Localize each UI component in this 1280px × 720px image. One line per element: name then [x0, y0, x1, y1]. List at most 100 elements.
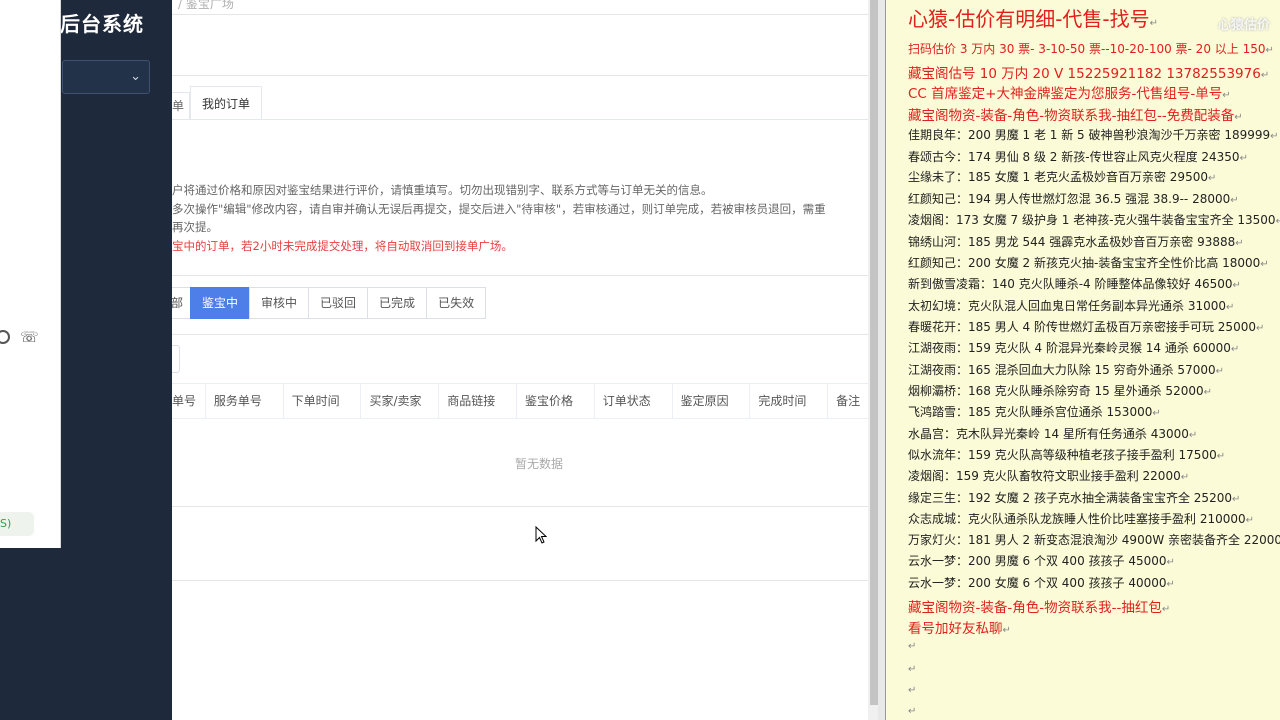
empty-line: ↵ — [908, 641, 917, 652]
col-order-no: 单号 — [172, 384, 206, 418]
return-mark: ↵ — [1149, 18, 1159, 29]
notice-line: 多次操作"编辑"修改内容，请自审并确认无误后再提交，提交后进入"待审核"，若审核… — [172, 202, 826, 216]
notepad-line-text: 新到傲雪凌霜：140 克火队睡杀-4 阶睡整体品像较好 46500 — [908, 277, 1233, 291]
notepad-line: 新到傲雪凌霜：140 克火队睡杀-4 阶睡整体品像较好 46500↵ — [908, 275, 1241, 292]
screen: 后台系统 ⌄ ☏ S) / 鉴宝广场 单 我的订单 户将通过价格和原因对鉴宝结果… — [0, 0, 1280, 720]
notepad-window: 心猿估价 心猿-估价有明细-代售-找号↵ 扫码估价 3 万内 30 票- 3-10… — [886, 0, 1280, 720]
search-input[interactable] — [172, 345, 180, 373]
notepad-line-text: 藏宝阁物资-装备-角色-物资联系我-抽红包--免费配装备 — [908, 108, 1235, 124]
notepad-line-text: 佳期良年：200 男魔 1 老 1 新 5 破神兽秒浪淘沙千万亲密 189999 — [908, 128, 1271, 142]
return-mark: ↵ — [1232, 280, 1241, 291]
col-service-no: 服务单号 — [206, 384, 284, 418]
filter-rejected[interactable]: 已驳回 — [308, 287, 369, 319]
return-mark: ↵ — [1216, 451, 1226, 462]
system-title: 后台系统 — [60, 12, 144, 36]
empty-state: 暂无数据 — [514, 457, 563, 471]
return-mark: ↵ — [1231, 494, 1241, 505]
notice-warning: 宝中的订单，若2小时未完成提交处理，将自动取消回到接单广场。 — [172, 239, 513, 253]
notepad-line-text: 扫码估价 3 万内 30 票- 3-10-50 票--10-20-100 票- … — [908, 42, 1266, 56]
notepad-line: 红颜知己：200 女魔 2 新孩克火抽-装备宝宝齐全性价比高 18000↵ — [908, 254, 1269, 271]
notepad-line-text: 飞鸿踏雪：185 克火队睡杀宫位通杀 153000 — [908, 405, 1153, 419]
notepad-line: 春颂古今：174 男仙 8 级 2 新孩-传世容止风克火程度 24350↵ — [908, 148, 1248, 165]
notepad-line-text: 太初幻境：克火队混人回血鬼日常任务副本异光通杀 31000 — [908, 299, 1226, 313]
notepad-line: 太初幻境：克火队混人回血鬼日常任务副本异光通杀 31000↵ — [908, 297, 1234, 314]
col-item-link: 商品链接 — [439, 384, 518, 418]
notepad-line-text: 凌烟阁：159 克火队畜牧符文职业接手盈利 22000 — [908, 469, 1181, 483]
col-reason: 鉴定原因 — [673, 384, 751, 418]
notice-line: 户将通过价格和原因对鉴宝结果进行评价，请慎重填写。切勿出现错别字、联系方式等与订… — [172, 183, 713, 197]
return-mark: ↵ — [1152, 408, 1161, 419]
divider — [172, 580, 868, 581]
popup-window: ☏ S) — [0, 0, 61, 548]
return-mark: ↵ — [1239, 153, 1248, 164]
notepad-line-text: 似水流年：159 克火队高等级种植老孩子接手盈利 17500 — [908, 448, 1217, 462]
notepad-line: 藏宝阁估号 10 万内 20 V 15225921182 13782553976… — [908, 62, 1269, 82]
notepad-line: 水晶宫：克木队异光秦岭 14 星所有任务通杀 43000↵ — [908, 425, 1197, 442]
return-mark: ↵ — [1207, 173, 1217, 184]
notepad-line: 云水一梦：200 女魔 6 个双 400 孩孩子 40000↵ — [908, 574, 1175, 591]
filter-all[interactable]: 部 — [172, 287, 191, 319]
return-mark: ↵ — [1275, 216, 1280, 227]
return-mark: ↵ — [1002, 625, 1011, 636]
filter-completed[interactable]: 已完成 — [367, 287, 428, 319]
scrollbar[interactable] — [870, 0, 878, 705]
return-mark: ↵ — [1234, 112, 1243, 123]
notepad-line-text: 藏宝阁估号 10 万内 20 V 15225921182 13782553976 — [908, 66, 1261, 82]
return-mark: ↵ — [1203, 387, 1212, 398]
notepad-line: 飞鸿踏雪：185 克火队睡杀宫位通杀 153000↵ — [908, 403, 1161, 420]
tab-orders[interactable]: 单 — [172, 92, 190, 120]
phone-icon[interactable]: ☏ — [20, 328, 39, 346]
notepad-line-text: 万家灯火：181 男人 2 新变态混浪淘沙 4900W 亲密装备齐全 22000… — [908, 533, 1280, 547]
window-border — [878, 0, 886, 720]
filter-reviewing[interactable]: 审核中 — [249, 287, 310, 319]
notepad-line: 尘缘未了：185 女魔 1 老克火孟极妙音百万亲密 29500↵ — [908, 168, 1216, 185]
status-pill[interactable]: S) — [0, 512, 34, 536]
circle-icon[interactable] — [0, 330, 10, 344]
divider — [172, 75, 868, 76]
notepad-line: 春暖花开：185 男人 4 阶传世燃灯孟极百万亲密接手可玩 25000↵ — [908, 318, 1264, 335]
tab-divider — [172, 119, 868, 120]
notepad-line: 扫码估价 3 万内 30 票- 3-10-50 票--10-20-100 票- … — [908, 40, 1274, 57]
return-mark: ↵ — [1245, 515, 1255, 526]
main-content: / 鉴宝广场 单 我的订单 户将通过价格和原因对鉴宝结果进行评价，请慎重填写。切… — [172, 0, 868, 720]
notepad-line-text: 藏宝阁物资-装备-角色-物资联系我--抽红包 — [908, 600, 1162, 616]
return-mark: ↵ — [1235, 238, 1244, 249]
notepad-line-text: 江湖夜雨：165 混杀回血大力队除 15 穷奇外通杀 57000 — [908, 363, 1216, 377]
col-status: 订单状态 — [595, 384, 673, 418]
notepad-line: 心猿-估价有明细-代售-找号↵ — [908, 3, 1158, 32]
notepad-line-text: 心猿-估价有明细-代售-找号 — [908, 7, 1150, 31]
return-mark: ↵ — [1260, 70, 1270, 81]
notepad-line-text: 看号加好友私聊 — [908, 621, 1003, 637]
divider — [172, 506, 868, 507]
notepad-line: 看号加好友私聊↵ — [908, 617, 1011, 637]
filter-appraising[interactable]: 鉴宝中 — [190, 287, 251, 319]
return-mark: ↵ — [1230, 195, 1239, 206]
return-mark: ↵ — [1180, 472, 1190, 483]
return-mark: ↵ — [1226, 302, 1235, 313]
notepad-line-text: 众志成城：克火队通杀队龙族睡人性价比哇塞接手盈利 210000 — [908, 512, 1246, 526]
sidebar-select[interactable]: ⌄ — [62, 60, 150, 94]
col-buyer-seller: 买家/卖家 — [361, 384, 440, 418]
return-mark: ↵ — [1230, 344, 1240, 355]
notepad-line-text: 水晶宫：克木队异光秦岭 14 星所有任务通杀 43000 — [908, 427, 1189, 441]
col-order-time: 下单时间 — [284, 384, 362, 418]
divider — [172, 275, 868, 276]
notepad-line: 缘定三生：192 女魔 2 孩子克水抽全满装备宝宝齐全 25200↵ — [908, 489, 1240, 506]
return-mark: ↵ — [1161, 604, 1171, 615]
empty-line: ↵ — [908, 706, 917, 717]
notepad-line-text: 凌烟阁：173 女魔 7 级护身 1 老神孩-克火强牛装备宝宝齐全 13500 — [908, 213, 1276, 227]
notepad-line: 藏宝阁物资-装备-角色-物资联系我--抽红包↵ — [908, 596, 1170, 616]
breadcrumb: / 鉴宝广场 — [178, 0, 234, 11]
filter-expired[interactable]: 已失效 — [426, 287, 487, 319]
tab-my-orders[interactable]: 我的订单 — [190, 86, 262, 120]
notepad-line-text: 尘缘未了：185 女魔 1 老克火孟极妙音百万亲密 29500 — [908, 170, 1208, 184]
notepad-line-text: 云水一梦：200 男魔 6 个双 400 孩孩子 45000 — [908, 554, 1167, 568]
empty-line: ↵ — [908, 685, 917, 696]
return-mark: ↵ — [1166, 557, 1175, 568]
divider — [172, 334, 868, 335]
notepad-line: 凌烟阁：159 克火队畜牧符文职业接手盈利 22000↵ — [908, 467, 1189, 484]
return-mark: ↵ — [1215, 366, 1224, 377]
notepad-line-text: 锦绣山河：185 男龙 544 强霹克水孟极妙音百万亲密 93888 — [908, 235, 1236, 249]
notepad-line: 佳期良年：200 男魔 1 老 1 新 5 破神兽秒浪淘沙千万亲密 189999… — [908, 126, 1279, 143]
return-mark: ↵ — [1265, 45, 1274, 56]
